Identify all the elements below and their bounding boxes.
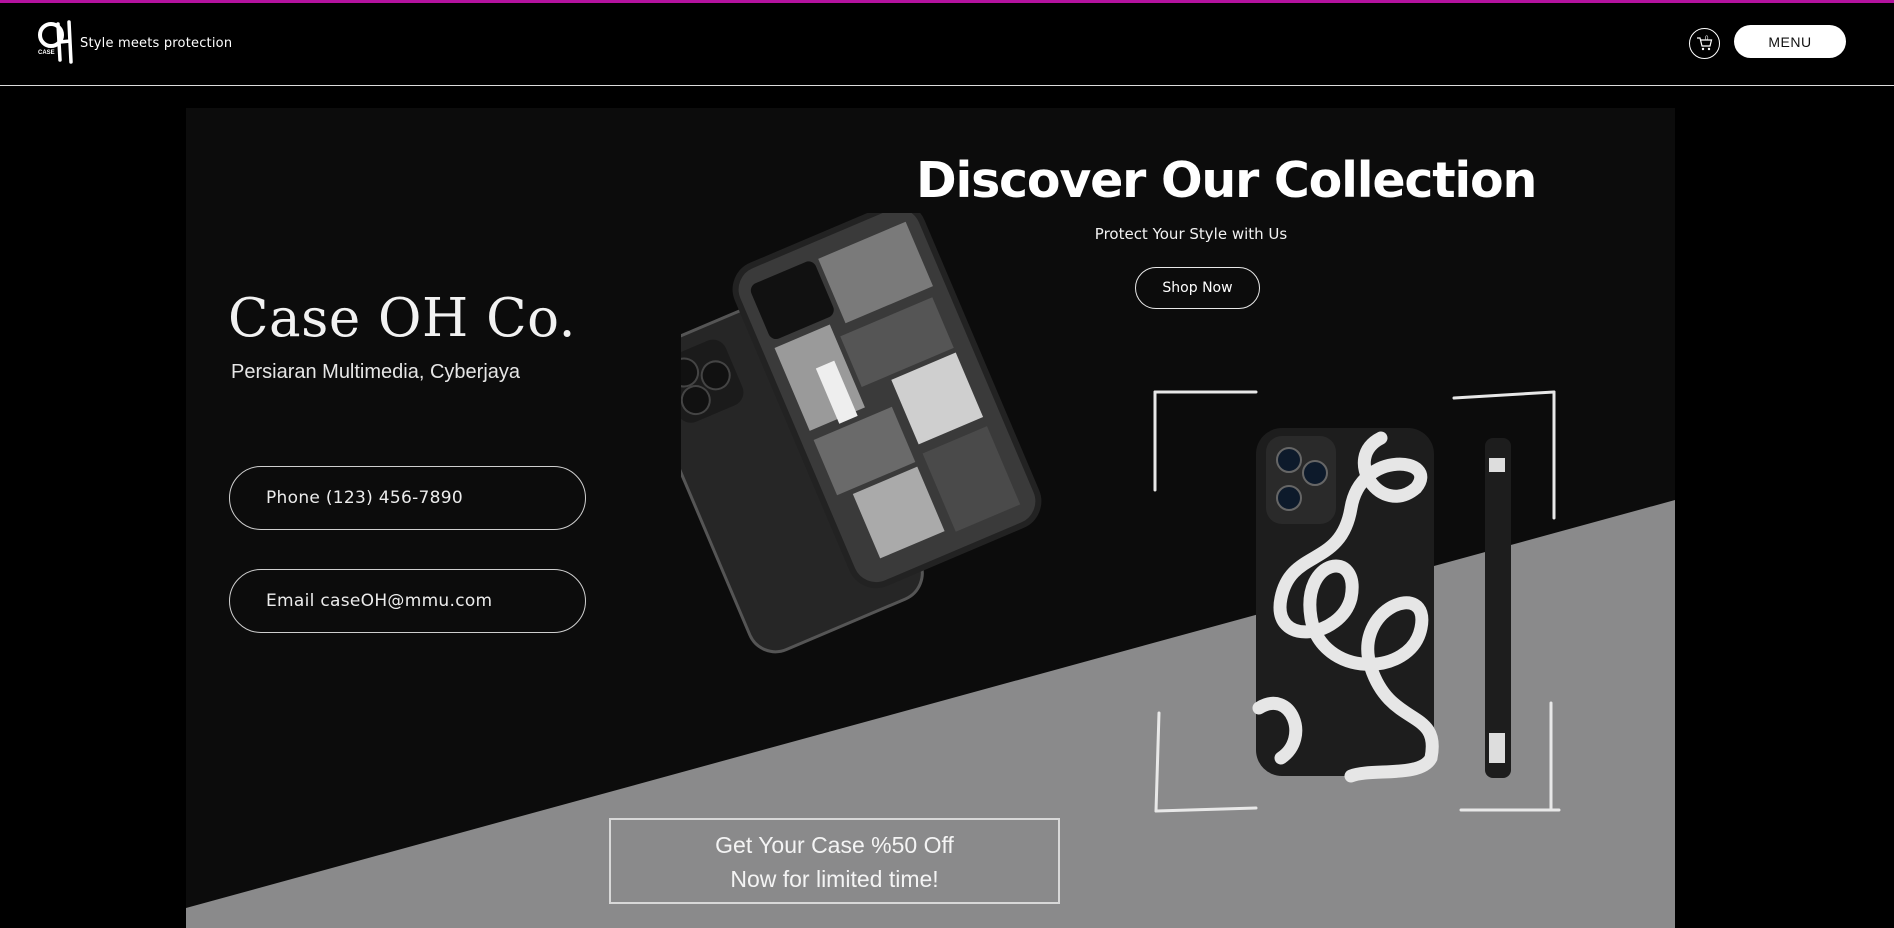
cart-icon: 0 bbox=[1697, 36, 1713, 51]
hero-subtitle: Protect Your Style with Us bbox=[1094, 225, 1288, 243]
phone-button[interactable]: Phone (123) 456-7890 bbox=[229, 466, 586, 530]
store-address: Persiaran Multimedia, Cyberjaya bbox=[231, 361, 521, 383]
promo-line-2: Now for limited time! bbox=[730, 866, 939, 892]
cart-count: 0 bbox=[1705, 36, 1709, 42]
promo-banner[interactable]: Get Your Case %50 Off Now for limited ti… bbox=[609, 818, 1060, 904]
menu-button[interactable]: MENU bbox=[1734, 25, 1846, 58]
email-button[interactable]: Email caseOH@mmu.com bbox=[229, 569, 586, 633]
site-header: CASE Style meets protection 0 MENU bbox=[0, 3, 1894, 86]
cart-button[interactable]: 0 bbox=[1689, 28, 1720, 59]
shop-now-button[interactable]: Shop Now bbox=[1135, 267, 1260, 309]
hero-banner: Case OH Co. Persiaran Multimedia, Cyberj… bbox=[186, 108, 1675, 928]
brand-logo[interactable]: CASE bbox=[36, 18, 76, 64]
hero-title: Discover Our Collection bbox=[916, 152, 1537, 209]
promo-line-1: Get Your Case %50 Off bbox=[715, 832, 954, 858]
swirl-phone-image bbox=[1153, 390, 1561, 813]
tagline: Style meets protection bbox=[80, 36, 233, 51]
brand-title: Case OH Co. bbox=[228, 288, 576, 349]
svg-text:CASE: CASE bbox=[38, 50, 55, 56]
